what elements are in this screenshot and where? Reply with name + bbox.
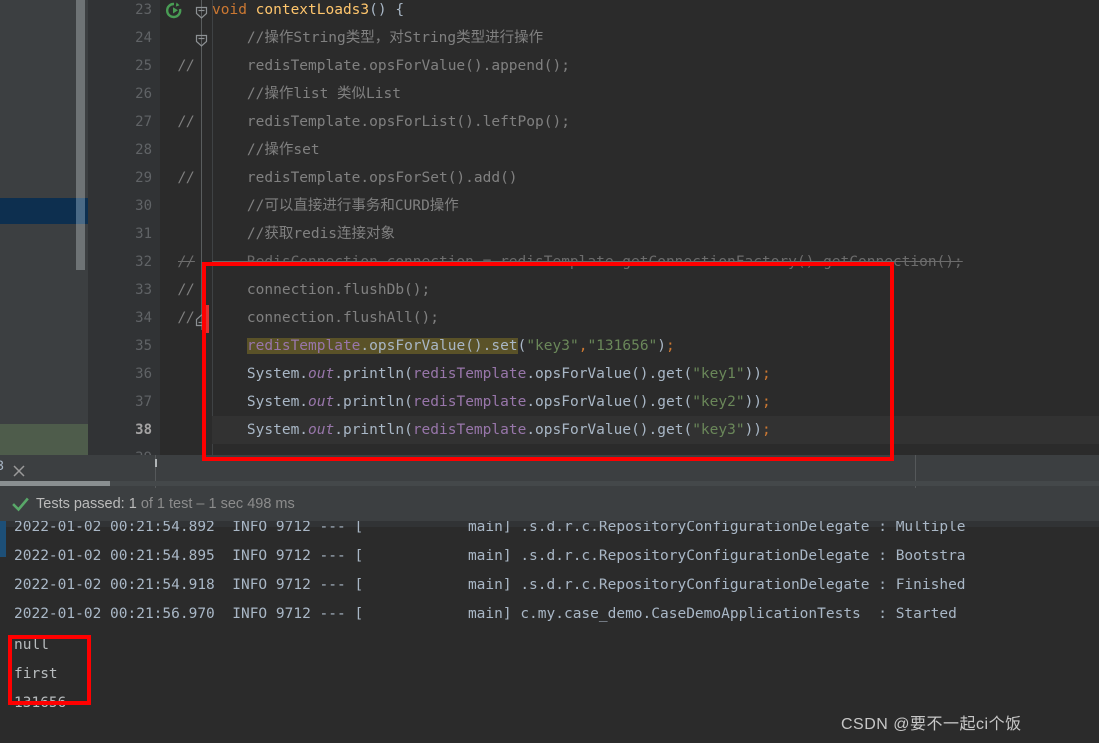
code-token: void: [212, 2, 256, 18]
scroll-tick-mark: [155, 459, 157, 467]
line-number: 30: [135, 198, 152, 214]
line-number: 26: [135, 86, 152, 102]
line-number: 35: [135, 338, 152, 354]
ide-screenshot: 2324252627282930313233343536373839 /////…: [0, 0, 1099, 743]
test-status-label: Tests passed:: [36, 496, 125, 512]
code-token: redisTemplate.opsForList().leftPop();: [212, 114, 570, 130]
line-number: 34: [135, 310, 152, 326]
code-token: //可以直接进行事务和CURD操作: [212, 198, 459, 214]
code-token: //操作list 类似List: [212, 86, 401, 102]
console-log-line: 2022-01-02 00:21:54.895 INFO 9712 --- [ …: [14, 548, 966, 564]
watermark-text: CSDN @要不一起ci个饭: [841, 716, 1022, 733]
line-number: 36: [135, 366, 152, 382]
line-number: 31: [135, 226, 152, 242]
editor-horizontal-scroll-track[interactable]: [0, 481, 1099, 486]
line-number: 29: [135, 170, 152, 186]
green-check-icon: [12, 496, 29, 513]
code-line[interactable]: redisTemplate.opsForList().leftPop();: [212, 108, 1099, 136]
run-method-icon[interactable]: [164, 1, 184, 21]
code-token: redisTemplate.opsForSet().add(): [212, 170, 518, 186]
editor-line-number-gutter: 23 24 25 26 27 28 29 30 31 32 33 34 35 36 37 38 39: [88, 0, 160, 455]
fold-start-icon[interactable]: [195, 32, 208, 47]
annotation-box-output: [8, 635, 91, 705]
selection-marker-blue: [0, 198, 88, 224]
line-number: 37: [135, 394, 152, 410]
line-number: 25: [135, 58, 152, 74]
code-line[interactable]: redisTemplate.opsForValue().append();: [212, 52, 1099, 80]
test-status-count: 1: [128, 496, 137, 512]
console-log-line: 2022-01-02 00:21:54.918 INFO 9712 --- [ …: [14, 577, 966, 593]
code-token: redisTemplate.opsForValue().append();: [212, 58, 570, 74]
code-line[interactable]: //获取redis连接对象: [212, 220, 1099, 248]
console-log-line: 2022-01-02 00:21:56.970 INFO 9712 --- [ …: [14, 606, 957, 622]
line-number: 27: [135, 114, 152, 130]
code-token: //操作String类型，对String类型进行操作: [212, 30, 544, 46]
console-log-line: 2022-01-02 00:21:54.892 INFO 9712 --- [ …: [14, 521, 966, 535]
line-number: 23: [135, 2, 152, 18]
close-icon[interactable]: [12, 463, 26, 477]
code-line[interactable]: //操作String类型，对String类型进行操作: [212, 24, 1099, 52]
test-status-bar: Tests passed: 1 of 1 test – 1 sec 498 ms: [0, 488, 1099, 521]
line-number: 38: [135, 422, 152, 438]
editor-scrollbar-highlight: [76, 198, 85, 224]
code-token: () {: [369, 2, 405, 18]
code-line[interactable]: void contextLoads3() {: [212, 0, 1099, 24]
code-token: //获取redis连接对象: [212, 226, 396, 242]
console-left-accent: [0, 521, 6, 557]
line-number: 24: [135, 30, 152, 46]
code-line[interactable]: //操作list 类似List: [212, 80, 1099, 108]
line-number: 33: [135, 282, 152, 298]
code-token: //操作set: [212, 142, 320, 158]
annotation-box-code: [202, 262, 894, 461]
tab-partial-label: 3: [0, 457, 4, 473]
line-number: 39: [92, 444, 152, 455]
editor-vertical-scrollbar[interactable]: [76, 0, 85, 270]
commented-line-marker: //: [178, 114, 195, 130]
code-token: contextLoads3: [255, 2, 370, 18]
editor-left-margin-strip: [0, 0, 88, 455]
editor-horizontal-scrollbar[interactable]: [0, 481, 110, 486]
code-line[interactable]: //可以直接进行事务和CURD操作: [212, 192, 1099, 220]
commented-line-marker: //: [178, 58, 195, 74]
fold-start-icon[interactable]: [195, 4, 208, 19]
changed-lines-marker-green: [0, 424, 88, 455]
code-line[interactable]: //操作set: [212, 136, 1099, 164]
test-status-detail: of 1 test – 1 sec 498 ms: [140, 496, 295, 512]
line-number: 28: [135, 142, 152, 158]
test-status-text: Tests passed: 1 of 1 test – 1 sec 498 ms: [36, 488, 295, 521]
code-line[interactable]: redisTemplate.opsForSet().add(): [212, 164, 1099, 192]
commented-line-marker: //: [178, 170, 195, 186]
line-number: 32: [135, 254, 152, 270]
